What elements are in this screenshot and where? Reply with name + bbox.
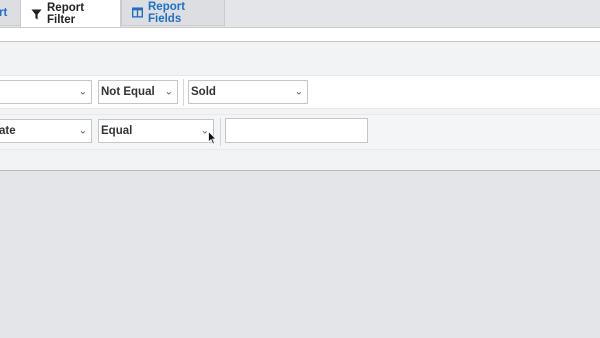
chevron-down-icon: ⌄ xyxy=(294,86,303,98)
filter-icon xyxy=(31,8,42,20)
operator-select-value: Equal xyxy=(101,125,133,137)
tab-bar: rt Report Filter Report Fields xyxy=(0,0,600,28)
field-select[interactable]: ate ⌄ xyxy=(0,119,92,143)
value-select[interactable]: Sold ⌄ xyxy=(188,80,308,104)
tab-report-filter[interactable]: Report Filter xyxy=(20,0,121,28)
tab-report-label: rt xyxy=(0,6,8,19)
field-select-value: ate xyxy=(0,125,16,137)
tab-report[interactable]: rt xyxy=(0,0,21,26)
field-select[interactable]: ⌄ xyxy=(0,80,92,104)
mouse-cursor-icon xyxy=(208,130,217,150)
chevron-down-icon: ⌄ xyxy=(164,86,173,98)
chevron-down-icon: ⌄ xyxy=(78,125,87,137)
divider xyxy=(183,79,184,106)
operator-select-value: Not Equal xyxy=(101,86,155,98)
tab-report-fields[interactable]: Report Fields xyxy=(121,0,225,26)
tab-report-fields-label: Report Fields xyxy=(148,0,186,25)
value-input[interactable] xyxy=(225,118,368,143)
divider xyxy=(220,118,221,146)
tab-report-filter-label: Report Filter xyxy=(47,2,85,26)
filter-row: ⌄ Not Equal ⌄ Sold ⌄ xyxy=(0,75,600,109)
columns-icon xyxy=(132,7,143,18)
filter-panel: ⌄ Not Equal ⌄ Sold ⌄ ate ⌄ Equal ⌄ xyxy=(0,27,600,171)
operator-select[interactable]: Equal ⌄ xyxy=(98,119,214,143)
filter-row: ate ⌄ Equal ⌄ xyxy=(0,114,600,150)
chevron-down-icon: ⌄ xyxy=(78,86,87,98)
panel-header xyxy=(0,28,600,42)
operator-select[interactable]: Not Equal ⌄ xyxy=(98,80,178,104)
value-select-value: Sold xyxy=(191,86,216,98)
